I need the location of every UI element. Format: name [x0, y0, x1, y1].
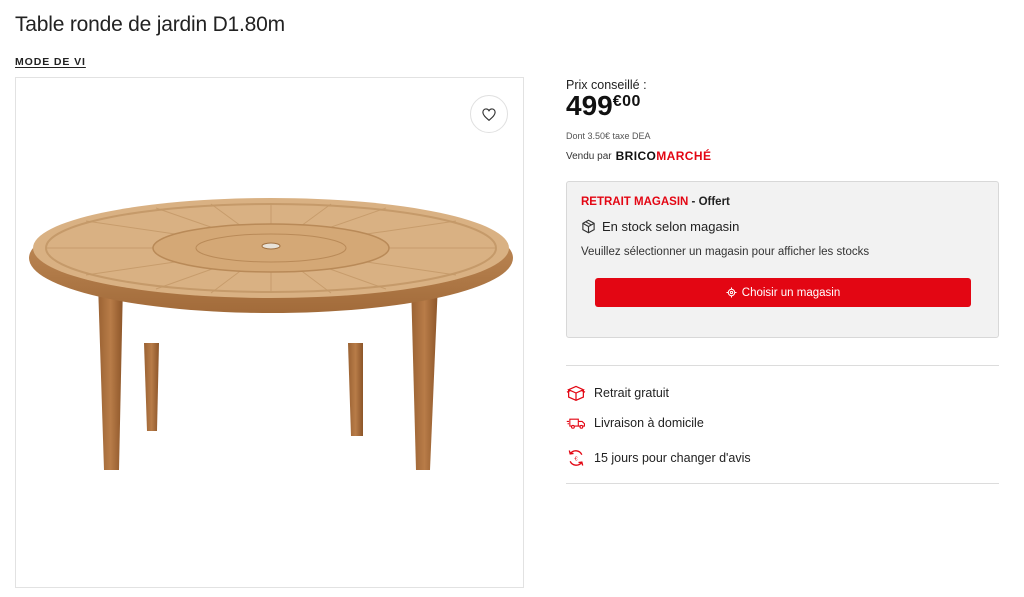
- feature-return-policy: € 15 jours pour changer d'avis: [566, 448, 751, 468]
- return-icon: €: [568, 450, 584, 466]
- store-pickup-title: RETRAIT MAGASIN - Offert: [581, 196, 730, 208]
- seller-info: Vendu par BRICOMARCHÉ: [566, 149, 711, 163]
- package-icon: [582, 219, 595, 234]
- favorite-button[interactable]: [470, 95, 508, 133]
- truck-icon: [566, 418, 585, 429]
- divider: [566, 483, 999, 484]
- price-integer: 499: [566, 90, 613, 121]
- product-image: [29, 198, 513, 470]
- divider: [566, 365, 999, 366]
- product-title: Table ronde de jardin D1.80m: [15, 13, 285, 36]
- heart-icon: [482, 107, 496, 121]
- box-icon: [566, 385, 586, 402]
- choose-store-button[interactable]: Choisir un magasin: [595, 278, 971, 307]
- price-cents: €00: [612, 93, 641, 110]
- location-icon: [726, 287, 737, 298]
- store-message: Veuillez sélectionner un magasin pour af…: [581, 246, 870, 258]
- feature-free-pickup: Retrait gratuit: [566, 384, 669, 402]
- tax-note: Dont 3.50€ taxe DEA: [566, 131, 651, 141]
- price: 499 €00: [566, 92, 641, 120]
- svg-text:€: €: [574, 457, 578, 463]
- stock-status: En stock selon magasin: [581, 219, 739, 234]
- feature-label: 15 jours pour changer d'avis: [594, 451, 751, 465]
- brand-link[interactable]: MODE DE VI: [15, 56, 86, 68]
- seller-logo: BRICOMARCHÉ: [615, 149, 712, 163]
- feature-label: Retrait gratuit: [594, 386, 670, 400]
- store-pickup-panel: RETRAIT MAGASIN - Offert En stock selon …: [566, 181, 999, 338]
- product-image-gallery: [15, 77, 524, 588]
- feature-home-delivery: Livraison à domicile: [566, 416, 704, 430]
- sold-by-label: Vendu par: [566, 150, 612, 162]
- feature-label: Livraison à domicile: [594, 416, 704, 430]
- choose-store-label: Choisir un magasin: [741, 286, 841, 299]
- stock-text: En stock selon magasin: [602, 219, 740, 234]
